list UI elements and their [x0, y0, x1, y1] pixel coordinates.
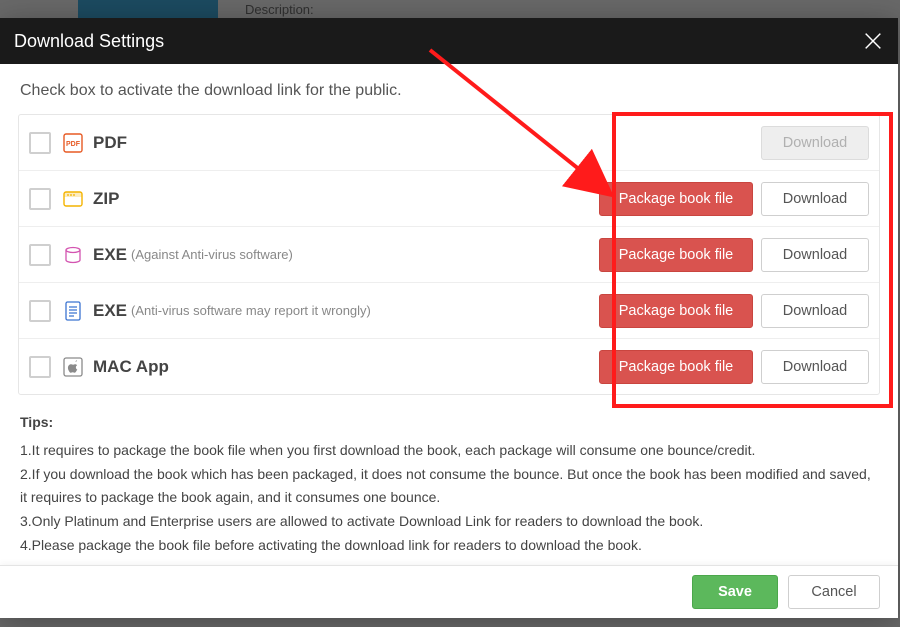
- tip-item: 3.Only Platinum and Enterprise users are…: [20, 510, 880, 534]
- download-button[interactable]: Download: [761, 182, 869, 216]
- format-note: (Anti-virus software may report it wrong…: [131, 303, 371, 318]
- cancel-button[interactable]: Cancel: [788, 575, 880, 609]
- close-icon[interactable]: [862, 30, 884, 52]
- format-label: EXE: [93, 301, 127, 321]
- tips-section: Tips: 1.It requires to package the book …: [18, 411, 880, 558]
- format-row-exe-2: EXE (Anti-virus software may report it w…: [19, 283, 879, 339]
- tip-item: 2.If you download the book which has bee…: [20, 463, 880, 511]
- format-label: EXE: [93, 245, 127, 265]
- package-button[interactable]: Package book file: [599, 294, 753, 328]
- format-label: PDF: [93, 133, 127, 153]
- activate-checkbox[interactable]: [29, 188, 51, 210]
- download-button[interactable]: Download: [761, 350, 869, 384]
- package-button[interactable]: Package book file: [599, 350, 753, 384]
- intro-text: Check box to activate the download link …: [20, 82, 880, 100]
- download-button[interactable]: Download: [761, 294, 869, 328]
- package-button[interactable]: Package book file: [599, 238, 753, 272]
- svg-text:PDF: PDF: [66, 141, 81, 148]
- doc-icon: [63, 301, 83, 321]
- zip-icon: [63, 189, 83, 209]
- modal-titlebar: Download Settings: [0, 18, 898, 64]
- exe-icon: [63, 245, 83, 265]
- activate-checkbox[interactable]: [29, 356, 51, 378]
- modal-title: Download Settings: [14, 31, 164, 52]
- download-button: Download: [761, 126, 869, 160]
- download-settings-modal: Download Settings Check box to activate …: [0, 18, 898, 618]
- pdf-icon: PDF: [63, 133, 83, 153]
- activate-checkbox[interactable]: [29, 132, 51, 154]
- save-button[interactable]: Save: [692, 575, 778, 609]
- modal-content: Check box to activate the download link …: [0, 64, 898, 565]
- activate-checkbox[interactable]: [29, 244, 51, 266]
- format-row-zip: ZIP Package book file Download: [19, 171, 879, 227]
- format-row-mac: MAC App Package book file Download: [19, 339, 879, 394]
- tips-heading: Tips:: [20, 411, 880, 435]
- tip-item: 1.It requires to package the book file w…: [20, 439, 880, 463]
- activate-checkbox[interactable]: [29, 300, 51, 322]
- download-button[interactable]: Download: [761, 238, 869, 272]
- tip-item: 4.Please package the book file before ac…: [20, 534, 880, 558]
- mac-apple-icon: [63, 357, 83, 377]
- format-label: ZIP: [93, 189, 119, 209]
- format-row-pdf: PDF PDF Download: [19, 115, 879, 171]
- format-label: MAC App: [93, 357, 169, 377]
- format-list: PDF PDF Download ZIP Package book file D…: [18, 114, 880, 395]
- package-button[interactable]: Package book file: [599, 182, 753, 216]
- format-row-exe-1: EXE (Against Anti-virus software) Packag…: [19, 227, 879, 283]
- modal-footer: Save Cancel: [0, 565, 898, 618]
- format-note: (Against Anti-virus software): [131, 247, 293, 262]
